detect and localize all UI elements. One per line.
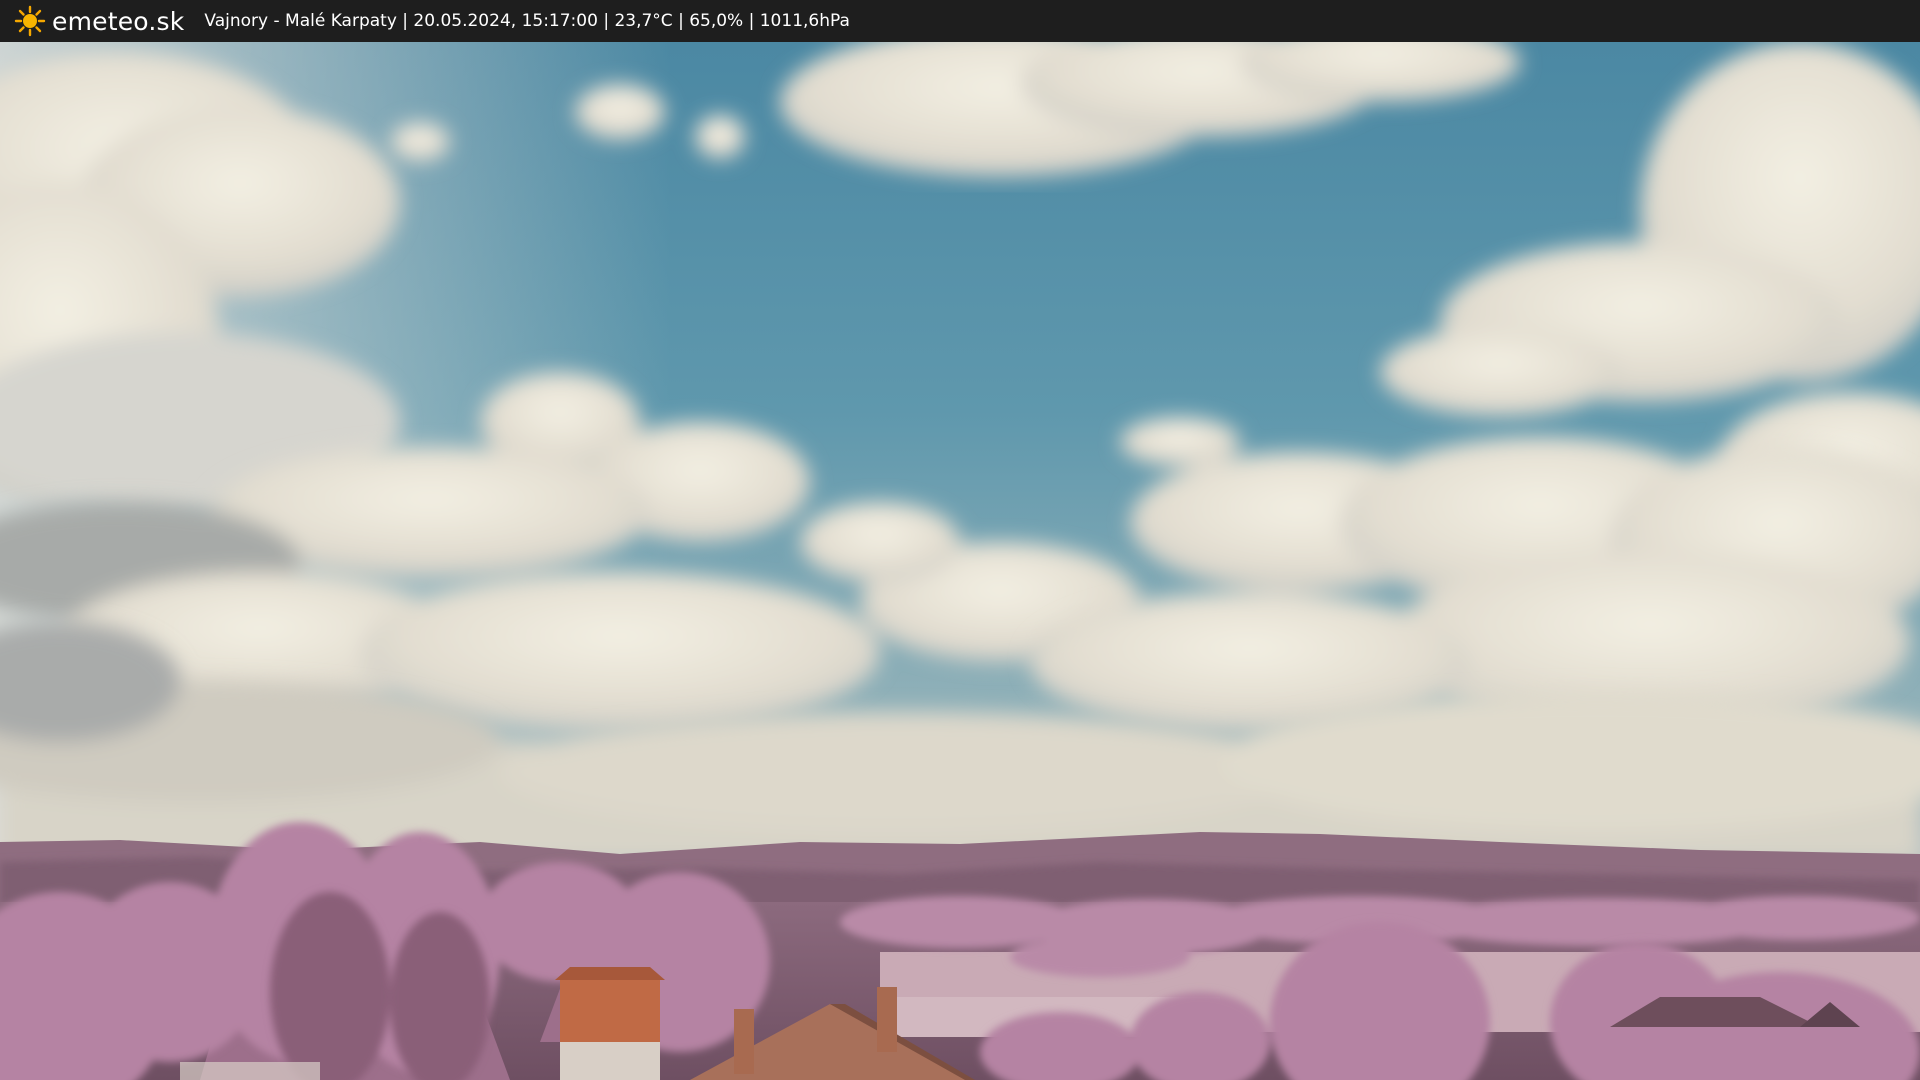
brand-name: emeteo.sk (52, 6, 185, 36)
site-logo[interactable]: emeteo.sk (14, 5, 184, 37)
sun-icon (14, 5, 46, 37)
webcam-image (0, 42, 1920, 1080)
station-info: Vajnory - Malé Karpaty | 20.05.2024, 15:… (204, 11, 850, 31)
top-bar: emeteo.sk Vajnory - Malé Karpaty | 20.05… (0, 0, 1920, 42)
